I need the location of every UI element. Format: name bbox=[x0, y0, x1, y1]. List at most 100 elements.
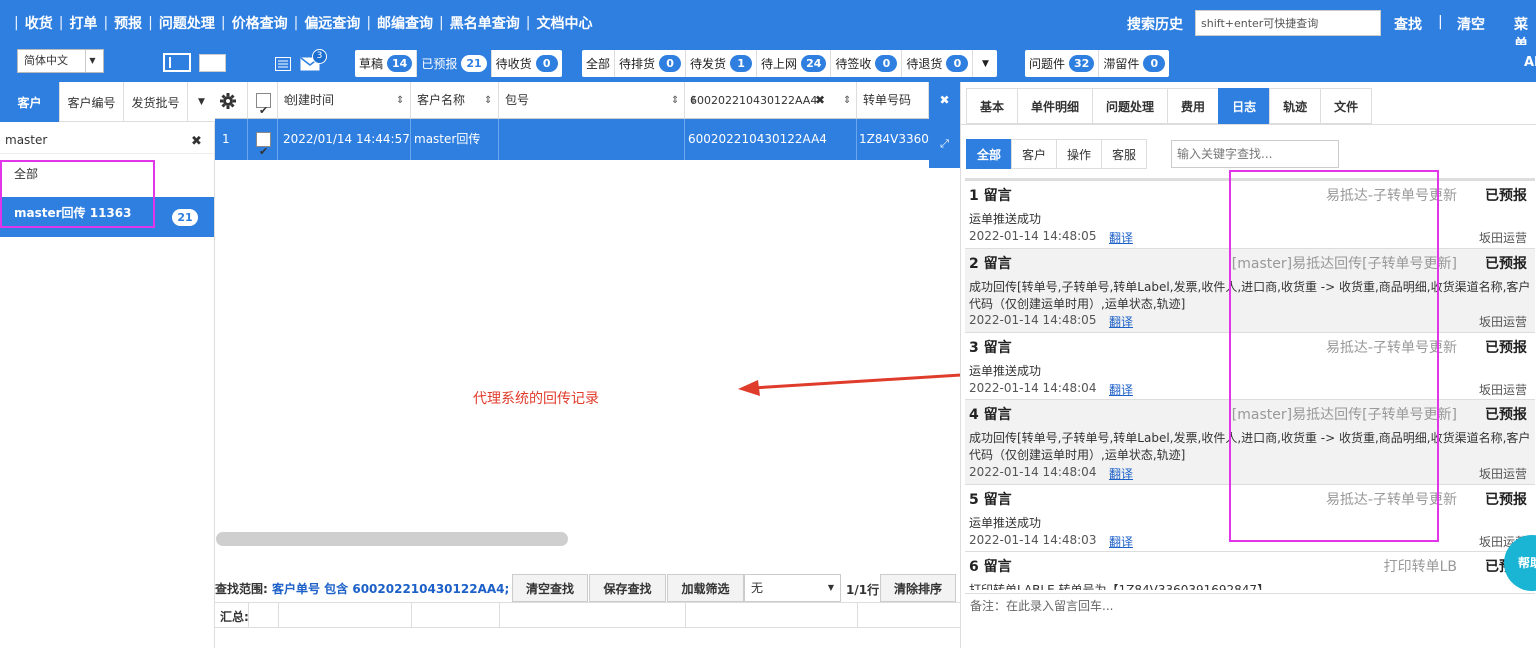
tab-log[interactable]: 日志 bbox=[1218, 88, 1270, 124]
nav-forecast[interactable]: 预报 bbox=[114, 13, 142, 33]
clear-find-button[interactable]: 清空查找 bbox=[512, 574, 588, 602]
tab-shipment-batch[interactable]: 发货批号 bbox=[124, 82, 188, 122]
tab-files[interactable]: 文件 bbox=[1320, 88, 1373, 124]
entry-status: 已预报 bbox=[1485, 340, 1527, 356]
nav-blacklist-query[interactable]: 黑名单查询 bbox=[450, 13, 520, 33]
status-group-forecast: 草稿 14 已预报 21 待收货 0 bbox=[355, 50, 562, 77]
menu-separator: | bbox=[148, 14, 153, 31]
close-detail-button[interactable]: ✖ bbox=[929, 82, 960, 119]
nav-docs[interactable]: 文档中心 bbox=[536, 13, 592, 33]
tab-pending-sign[interactable]: 待签收 0 bbox=[831, 50, 903, 77]
column-package-no[interactable]: 包号 ⇕ bbox=[499, 82, 685, 119]
select-all-checkbox[interactable] bbox=[256, 92, 271, 119]
log-entry: 6 留言 打印转单LB 已预报 打印转单LABLE,转单号为【1Z84V3360… bbox=[965, 552, 1535, 590]
log-filter-operation[interactable]: 操作 bbox=[1056, 139, 1102, 169]
column-settings[interactable] bbox=[215, 82, 248, 119]
tab-pending-receive[interactable]: 待收货 0 bbox=[492, 50, 562, 77]
entry-source: 易抵达-子转单号更新 bbox=[1325, 188, 1457, 204]
translate-link[interactable]: 翻译 bbox=[1109, 465, 1133, 482]
column-transfer-no[interactable]: 转单号码 bbox=[857, 82, 929, 119]
customer-item-master[interactable]: master回传 11363 21 bbox=[0, 197, 214, 237]
chevron-down-icon[interactable]: ▼ bbox=[188, 82, 215, 122]
entry-title: 3 留言 bbox=[969, 340, 1012, 356]
tab-stranded-items[interactable]: 滞留件 0 bbox=[1099, 50, 1169, 77]
column-order-no[interactable]: ⇕ 600202210430122AA4 ✖ ⇕ bbox=[685, 82, 857, 119]
log-filter-all[interactable]: 全部 bbox=[966, 139, 1012, 169]
filter-select[interactable]: 无 ▼ bbox=[744, 574, 841, 602]
log-entry: 1 留言 易抵达-子转单号更新 已预报 运单推送成功 2022-01-14 14… bbox=[965, 181, 1535, 249]
tab-fees[interactable]: 费用 bbox=[1167, 88, 1219, 124]
find-button[interactable]: 查找 bbox=[1394, 14, 1422, 34]
nav-issues[interactable]: 问题处理 bbox=[159, 13, 215, 33]
log-search-input[interactable] bbox=[1171, 140, 1339, 168]
row-select-cell bbox=[248, 119, 278, 160]
table-row[interactable]: 1 2022/01/14 14:44:57 master回传 600202210… bbox=[215, 119, 929, 160]
nav-price-query[interactable]: 价格查询 bbox=[232, 13, 288, 33]
clear-sort-button[interactable]: 清除排序 bbox=[880, 574, 956, 602]
log-list: 1 留言 易抵达-子转单号更新 已预报 运单推送成功 2022-01-14 14… bbox=[965, 178, 1535, 590]
tab-customer-code[interactable]: 客户编号 bbox=[60, 82, 124, 122]
quick-search-input[interactable] bbox=[1195, 10, 1381, 36]
cell-created-time: 2022/01/14 14:44:57 bbox=[278, 119, 411, 160]
tab-piece-detail[interactable]: 单件明细 bbox=[1017, 88, 1093, 124]
entry-source: 打印转单LB bbox=[1383, 559, 1457, 575]
tab-pending-arrange[interactable]: 待排货 0 bbox=[615, 50, 687, 77]
tab-pending-return[interactable]: 待退货 0 bbox=[902, 50, 974, 77]
find-scope-value: 客户单号 包含 600202210430122AA4; bbox=[271, 582, 510, 596]
tab-forecasted[interactable]: 已预报 21 bbox=[417, 50, 492, 77]
customer-tabs: 客户 客户编号 发货批号 ▼ bbox=[0, 82, 215, 122]
load-filter-button[interactable]: 加载筛选 bbox=[667, 574, 744, 602]
top-nav: | 收货 | 打单 | 预报 | 问题处理 | 价格查询 | 偏远查询 | 邮编… bbox=[0, 0, 1536, 53]
tab-pending-ship[interactable]: 待发货 1 bbox=[686, 50, 758, 77]
row-checkbox[interactable] bbox=[256, 131, 271, 160]
translate-link[interactable]: 翻译 bbox=[1109, 313, 1133, 330]
mail-count-badge: 3 bbox=[312, 49, 327, 64]
entry-title: 4 留言 bbox=[969, 407, 1012, 423]
close-icon[interactable]: ✖ bbox=[815, 82, 825, 119]
tab-customer[interactable]: 客户 bbox=[0, 82, 60, 122]
layout-split-toggle[interactable] bbox=[163, 53, 191, 72]
log-filter-service[interactable]: 客服 bbox=[1101, 139, 1148, 169]
language-select[interactable]: 简体中文 ▼ bbox=[17, 49, 104, 73]
translate-link[interactable]: 翻译 bbox=[1109, 229, 1133, 246]
problem-count-badge: 32 bbox=[1069, 55, 1095, 72]
column-customer-name[interactable]: 客户名称 ⇕ bbox=[411, 82, 499, 119]
horizontal-scrollbar[interactable] bbox=[216, 532, 568, 546]
sort-icon: ⇕ bbox=[843, 95, 852, 106]
log-filter-customer[interactable]: 客户 bbox=[1011, 139, 1057, 169]
customer-item-all[interactable]: 全部 bbox=[0, 162, 214, 194]
tab-pending-online[interactable]: 待上网 24 bbox=[757, 50, 832, 77]
menu-separator: | bbox=[103, 14, 109, 31]
nav-receive[interactable]: 收货 bbox=[25, 13, 53, 33]
layout-single-toggle[interactable] bbox=[199, 54, 226, 72]
clear-button[interactable]: 清空 bbox=[1457, 14, 1485, 34]
tab-all[interactable]: 全部 bbox=[582, 50, 616, 77]
tab-basic[interactable]: 基本 bbox=[966, 88, 1018, 124]
save-find-button[interactable]: 保存查找 bbox=[589, 574, 666, 602]
summary-cell bbox=[857, 603, 858, 628]
grid-header: ⇕ 创建时间 ⇕ 客户名称 ⇕ 包号 ⇕ ⇕ 600202210430122AA… bbox=[215, 82, 960, 119]
nav-print[interactable]: 打单 bbox=[69, 13, 97, 33]
expand-icon[interactable]: ⤢ bbox=[929, 119, 960, 168]
status-dropdown-chevron-down-icon[interactable]: ▼ bbox=[973, 50, 997, 77]
translate-link[interactable]: 翻译 bbox=[1109, 381, 1133, 398]
nav-postcode-query[interactable]: 邮编查询 bbox=[377, 13, 433, 33]
summary-cell bbox=[248, 603, 249, 628]
customer-panel: 客户 客户编号 发货批号 ▼ ✖ 全部 master回传 11363 21 bbox=[0, 82, 215, 648]
close-icon[interactable]: ✖ bbox=[191, 134, 202, 149]
list-icon[interactable] bbox=[275, 57, 291, 71]
remark-input[interactable] bbox=[965, 593, 1535, 618]
entry-message: 运单推送成功 bbox=[969, 364, 1042, 378]
nav-remote-query[interactable]: 偏远查询 bbox=[304, 13, 360, 33]
translate-link[interactable]: 翻译 bbox=[1109, 533, 1133, 550]
tab-tracking[interactable]: 轨迹 bbox=[1269, 88, 1321, 124]
tab-draft[interactable]: 草稿 14 bbox=[355, 50, 418, 77]
user-label[interactable]: AL bbox=[1524, 55, 1536, 70]
customer-search-input[interactable] bbox=[0, 126, 214, 154]
menu-separator: | bbox=[14, 14, 19, 31]
entry-operator: 坂田运营 bbox=[1478, 467, 1527, 481]
tab-issue-handling[interactable]: 问题处理 bbox=[1092, 88, 1168, 124]
column-created-time[interactable]: ⇕ 创建时间 ⇕ bbox=[278, 82, 411, 119]
tab-problem-items[interactable]: 问题件 32 bbox=[1025, 50, 1100, 77]
search-history-link[interactable]: 搜索历史 bbox=[1127, 14, 1183, 34]
